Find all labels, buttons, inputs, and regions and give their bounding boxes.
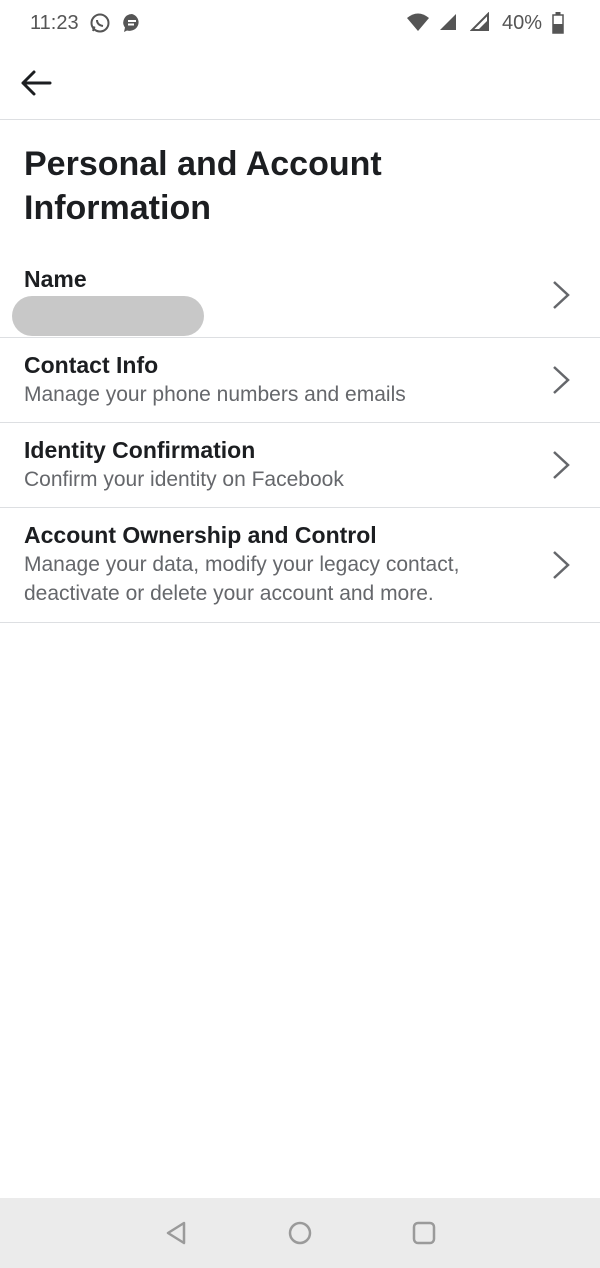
account-ownership-item[interactable]: Account Ownership and Control Manage you…	[0, 508, 600, 623]
whatsapp-icon	[89, 12, 111, 34]
contact-info-item[interactable]: Contact Info Manage your phone numbers a…	[0, 338, 600, 423]
nav-back-button[interactable]	[162, 1219, 190, 1247]
signal-icon	[469, 11, 492, 34]
system-nav-bar	[0, 1198, 600, 1268]
back-arrow-icon	[21, 70, 52, 95]
home-circle-icon	[288, 1221, 312, 1245]
battery-percent: 40%	[501, 11, 542, 34]
status-bar: 11:23 40%	[0, 0, 600, 46]
item-title: Account Ownership and Control	[24, 522, 377, 548]
back-triangle-icon	[166, 1221, 186, 1245]
settings-list: Name Contact Info Manage your phone numb…	[0, 252, 600, 623]
chevron-right-icon	[550, 278, 572, 312]
nav-recents-button[interactable]	[410, 1219, 438, 1247]
chevron-right-icon	[550, 363, 572, 397]
status-time: 11:23	[30, 11, 79, 34]
chevron-right-icon	[550, 448, 572, 482]
chevron-right-icon	[550, 548, 572, 582]
item-subtitle: Manage your data, modify your legacy con…	[24, 553, 460, 605]
app-header	[0, 46, 600, 120]
recents-square-icon	[412, 1221, 436, 1245]
item-subtitle: Manage your phone numbers and emails	[24, 383, 406, 406]
item-title: Name	[24, 266, 87, 292]
status-left: 11:23	[30, 12, 143, 35]
item-title: Identity Confirmation	[24, 437, 256, 463]
redacted-name-value	[12, 296, 204, 336]
page-title: Personal and Account Information	[24, 145, 382, 227]
wifi-icon	[406, 12, 429, 34]
messenger-icon	[121, 12, 143, 34]
signal-icon	[438, 12, 460, 34]
status-right: 40%	[406, 12, 574, 35]
battery-icon	[552, 12, 574, 34]
identity-confirmation-item[interactable]: Identity Confirmation Confirm your ident…	[0, 423, 600, 508]
back-button[interactable]	[18, 65, 54, 101]
nav-home-button[interactable]	[286, 1219, 314, 1247]
item-title: Contact Info	[24, 352, 159, 378]
screen: 11:23 40% Personal and Account Informati…	[0, 0, 600, 1268]
name-item[interactable]: Name	[0, 252, 600, 338]
item-subtitle: Confirm your identity on Facebook	[24, 468, 344, 491]
